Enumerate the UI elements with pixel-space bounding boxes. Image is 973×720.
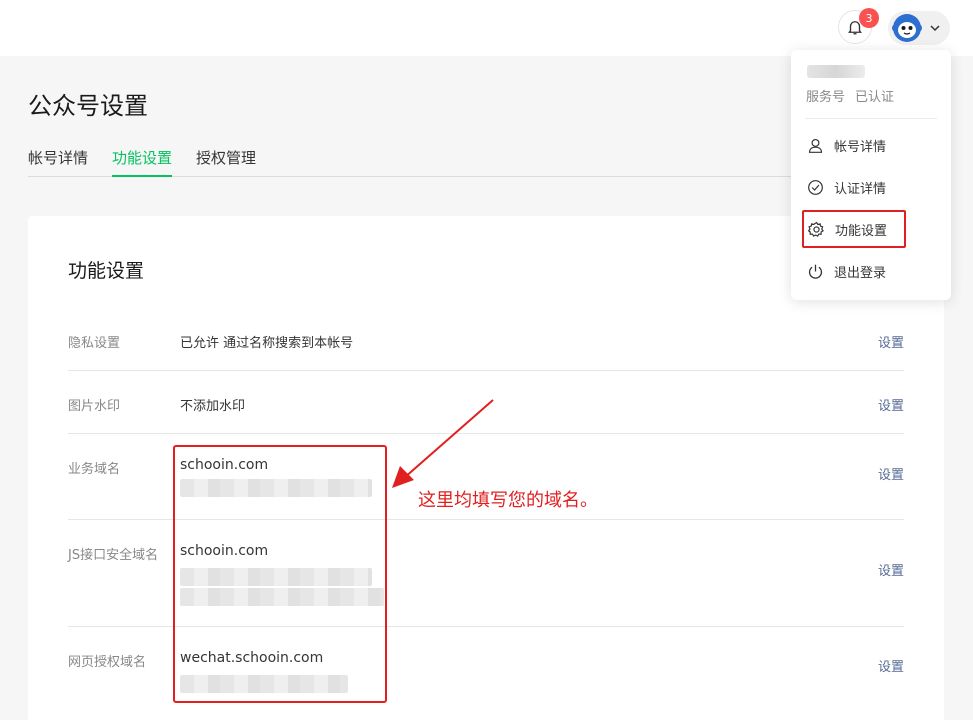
row-value: 不添加水印	[180, 399, 246, 414]
top-bar	[0, 0, 973, 56]
menu-item-account-details[interactable]: 帐号详情	[803, 126, 939, 164]
row-label: 业务域名	[68, 462, 121, 477]
notification-badge: 3	[859, 8, 879, 28]
menu-item-logout[interactable]: 退出登录	[803, 252, 939, 290]
card-title: 功能设置	[68, 260, 145, 282]
business-domain-settings-link[interactable]: 设置	[878, 464, 904, 483]
account-type: 服务号	[806, 90, 846, 105]
redacted-account-name	[807, 65, 865, 78]
power-icon	[808, 264, 823, 279]
menu-item-label: 退出登录	[834, 265, 887, 281]
row-label: 图片水印	[68, 399, 121, 414]
row-value: 已允许 通过名称搜索到本帐号	[180, 336, 354, 351]
monkey-avatar-icon	[892, 14, 922, 42]
annotation-text: 这里均填写您的域名。	[418, 490, 598, 511]
page-title: 公众号设置	[28, 92, 148, 120]
user-icon	[808, 138, 823, 153]
row-label: JS接口安全域名	[68, 548, 159, 563]
divider	[805, 118, 937, 119]
annotation-arrow-icon	[392, 399, 494, 488]
account-dropdown: 服务号 已认证 帐号详情 认证详情 功能设置 退出登录	[791, 50, 951, 300]
verified-status: 已认证	[855, 90, 895, 105]
highlight-box	[173, 445, 387, 703]
gear-icon	[808, 221, 824, 237]
privacy-settings-link[interactable]: 设置	[878, 332, 904, 351]
tab-feature-settings[interactable]: 功能设置	[112, 138, 173, 177]
menu-item-label: 帐号详情	[834, 139, 887, 155]
tab-account-details[interactable]: 帐号详情	[28, 138, 88, 177]
account-meta: 服务号 已认证	[806, 86, 894, 105]
menu-item-label: 认证详情	[834, 181, 887, 197]
menu-item-feature-settings[interactable]: 功能设置	[802, 210, 906, 248]
check-circle-icon	[808, 179, 823, 195]
chevron-down-icon	[930, 25, 940, 32]
js-domain-settings-link[interactable]: 设置	[878, 560, 904, 579]
settings-row-privacy: 隐私设置 已允许 通过名称搜索到本帐号 设置	[68, 308, 904, 371]
watermark-settings-link[interactable]: 设置	[878, 395, 904, 414]
menu-item-label: 功能设置	[835, 223, 888, 239]
row-label: 网页授权域名	[68, 655, 147, 670]
oauth-domain-settings-link[interactable]: 设置	[878, 656, 904, 675]
tab-authorization[interactable]: 授权管理	[196, 138, 256, 177]
menu-item-verification[interactable]: 认证详情	[803, 168, 939, 206]
row-label: 隐私设置	[68, 336, 121, 351]
account-menu-button[interactable]	[888, 11, 950, 45]
